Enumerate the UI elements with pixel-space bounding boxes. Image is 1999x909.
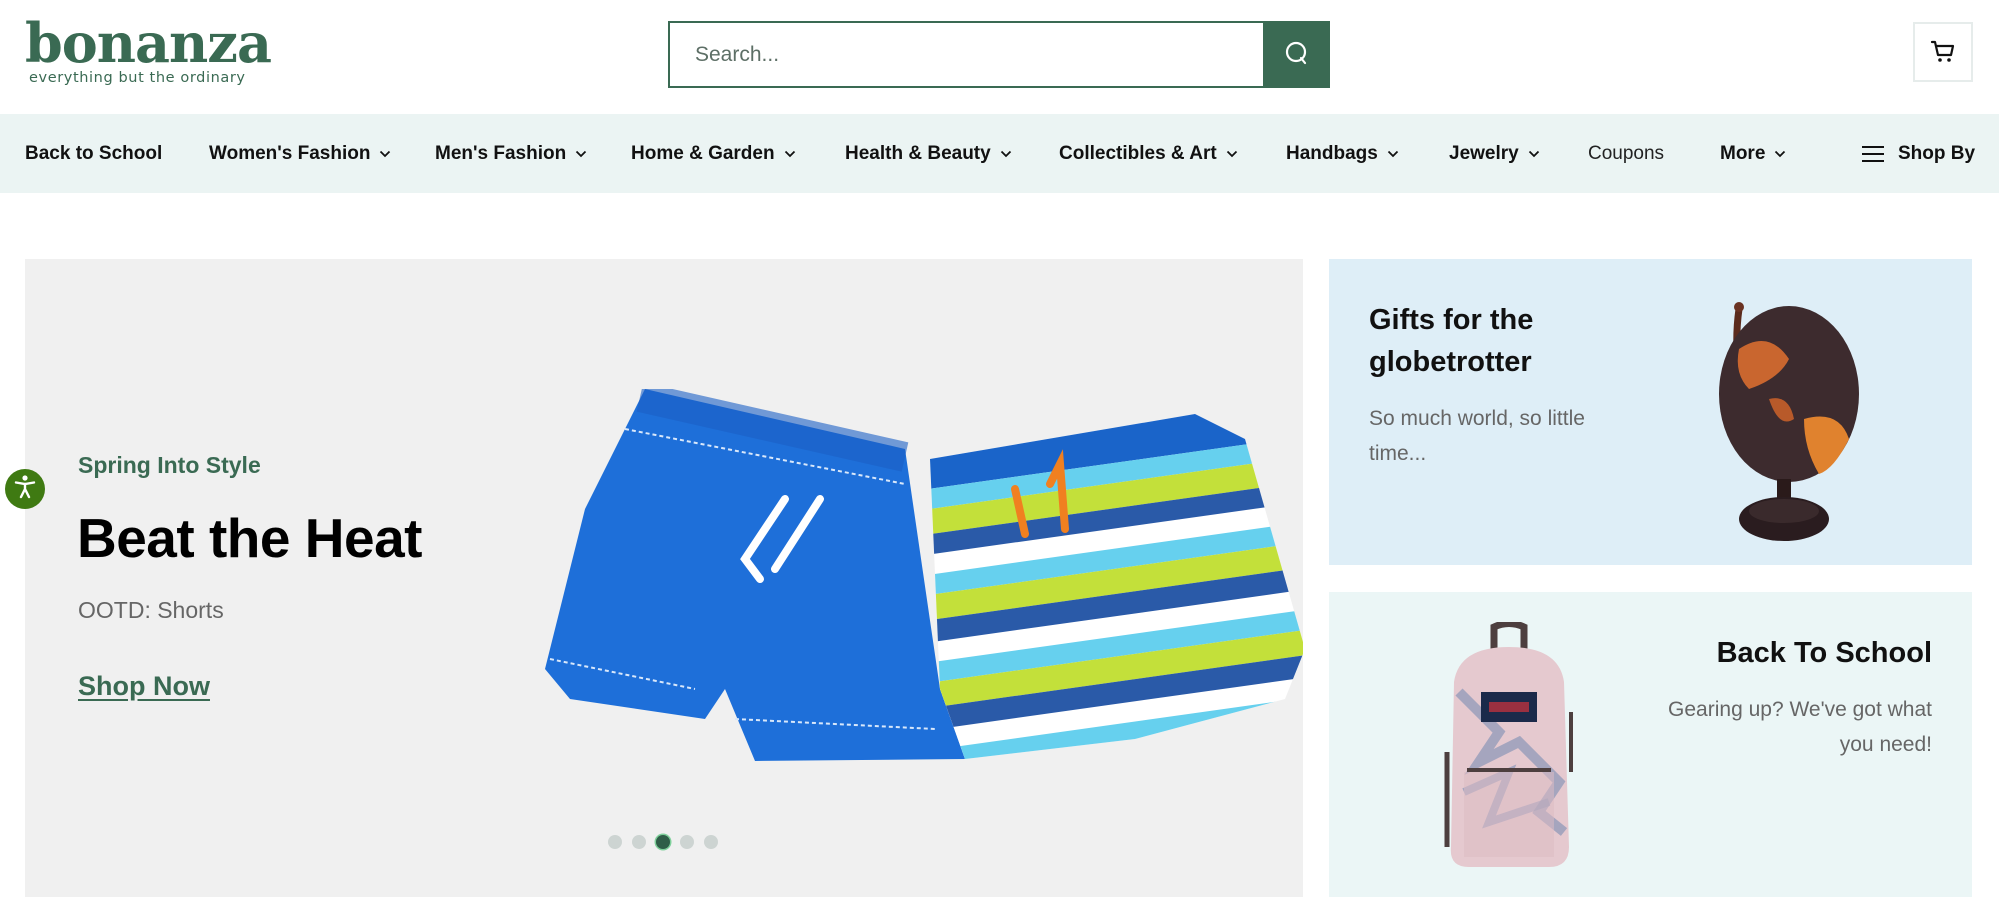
carousel-dot-2[interactable] <box>632 835 646 849</box>
promo-title: Back To School <box>1716 637 1932 669</box>
site-header: bonanza everything but the ordinary <box>0 0 1999 114</box>
globe-image <box>1719 302 1859 541</box>
hero-subtitle: OOTD: Shorts <box>78 597 224 623</box>
category-nav: Back to School Women's Fashion Men's Fas… <box>0 114 1999 193</box>
nav-item-womens-fashion[interactable]: Women's Fashion <box>209 114 391 193</box>
shorts-image <box>545 389 1303 761</box>
nav-item-handbags[interactable]: Handbags <box>1286 114 1399 193</box>
nav-label: Women's Fashion <box>209 142 371 164</box>
nav-label: Collectibles & Art <box>1059 142 1217 164</box>
shop-by-label: Shop By <box>1898 142 1976 164</box>
hero-banner: Spring Into Style Beat the Heat OOTD: Sh… <box>25 259 1303 897</box>
nav-item-jewelry[interactable]: Jewelry <box>1449 114 1540 193</box>
carousel-dot-3-active[interactable] <box>656 835 670 849</box>
chevron-down-icon <box>575 150 587 158</box>
promo-title: Gifts for the globetrotter <box>1369 304 1534 378</box>
nav-label: Home & Garden <box>631 142 775 164</box>
nav-item-more[interactable]: More <box>1720 114 1786 193</box>
nav-label: Coupons <box>1588 142 1665 164</box>
search-input[interactable] <box>668 21 1263 88</box>
nav-item-mens-fashion[interactable]: Men's Fashion <box>435 114 587 193</box>
nav-label: Jewelry <box>1449 142 1519 164</box>
chevron-down-icon <box>379 150 391 158</box>
nav-item-coupons[interactable]: Coupons <box>1588 114 1664 193</box>
accessibility-button[interactable] <box>5 469 45 509</box>
nav-label: Men's Fashion <box>435 142 567 164</box>
menu-icon <box>1862 145 1884 163</box>
nav-label: More <box>1720 142 1766 164</box>
carousel-dot-4[interactable] <box>680 835 694 849</box>
search-icon <box>1284 40 1310 69</box>
hero-eyebrow: Spring Into Style <box>78 452 261 478</box>
nav-item-collectibles-art[interactable]: Collectibles & Art <box>1059 114 1238 193</box>
bonanza-logo[interactable]: bonanza everything but the ordinary <box>25 12 272 90</box>
backpack-image <box>1444 622 1573 867</box>
chevron-down-icon <box>1528 150 1540 158</box>
nav-label: Health & Beauty <box>845 142 991 164</box>
chevron-down-icon <box>1226 150 1238 158</box>
carousel-dot-1[interactable] <box>608 835 622 849</box>
nav-item-home-garden[interactable]: Home & Garden <box>631 114 796 193</box>
nav-label: Back to School <box>25 142 163 164</box>
nav-item-health-beauty[interactable]: Health & Beauty <box>845 114 1012 193</box>
chevron-down-icon <box>1774 150 1786 158</box>
nav-item-back-to-school[interactable]: Back to School <box>25 114 162 193</box>
promo-card-back-to-school[interactable]: Back To School Gearing up? We've got wha… <box>1329 592 1972 897</box>
cart-icon <box>1930 39 1956 66</box>
accessibility-icon <box>13 474 37 505</box>
carousel-dots <box>608 835 718 849</box>
logo-wordmark: bonanza <box>25 11 272 75</box>
shop-now-link[interactable]: Shop Now <box>78 671 210 702</box>
promo-text: Gearing up? We've got what you need! <box>1668 698 1932 756</box>
carousel-dot-5[interactable] <box>704 835 718 849</box>
nav-label: Handbags <box>1286 142 1378 164</box>
search-button[interactable] <box>1263 21 1330 88</box>
cart-button[interactable] <box>1913 22 1973 82</box>
shop-by-button[interactable]: Shop By <box>1862 114 1975 193</box>
logo-tagline: everything but the ordinary <box>29 70 246 86</box>
chevron-down-icon <box>1387 150 1399 158</box>
promo-card-globetrotter[interactable]: Gifts for the globetrotter So much world… <box>1329 259 1972 565</box>
chevron-down-icon <box>1000 150 1012 158</box>
search-bar <box>668 21 1330 88</box>
hero-title: Beat the Heat <box>77 507 422 569</box>
promo-text: So much world, so little time... <box>1369 407 1585 465</box>
chevron-down-icon <box>784 150 796 158</box>
